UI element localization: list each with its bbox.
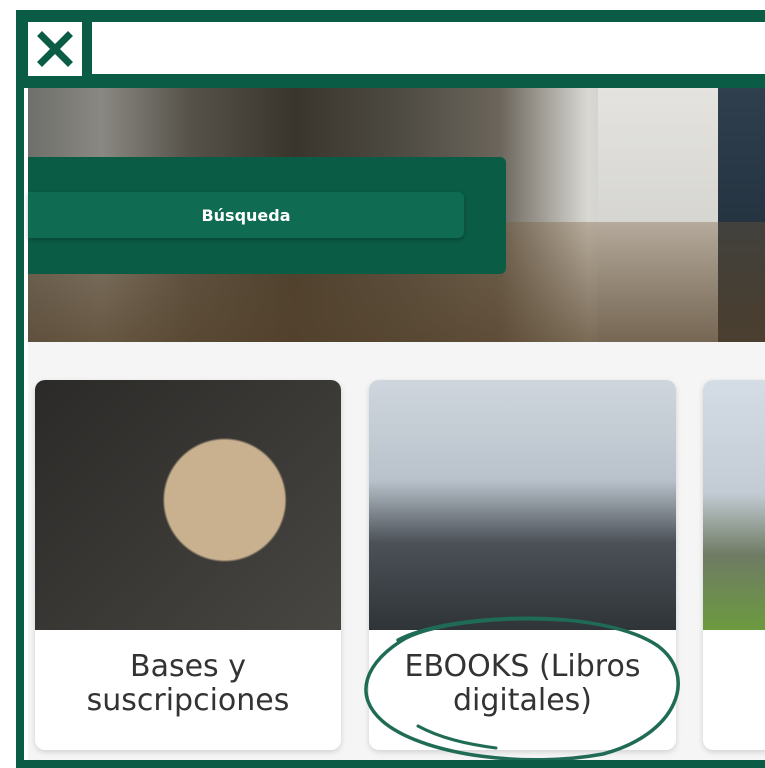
- outer-frame: [16, 10, 765, 768]
